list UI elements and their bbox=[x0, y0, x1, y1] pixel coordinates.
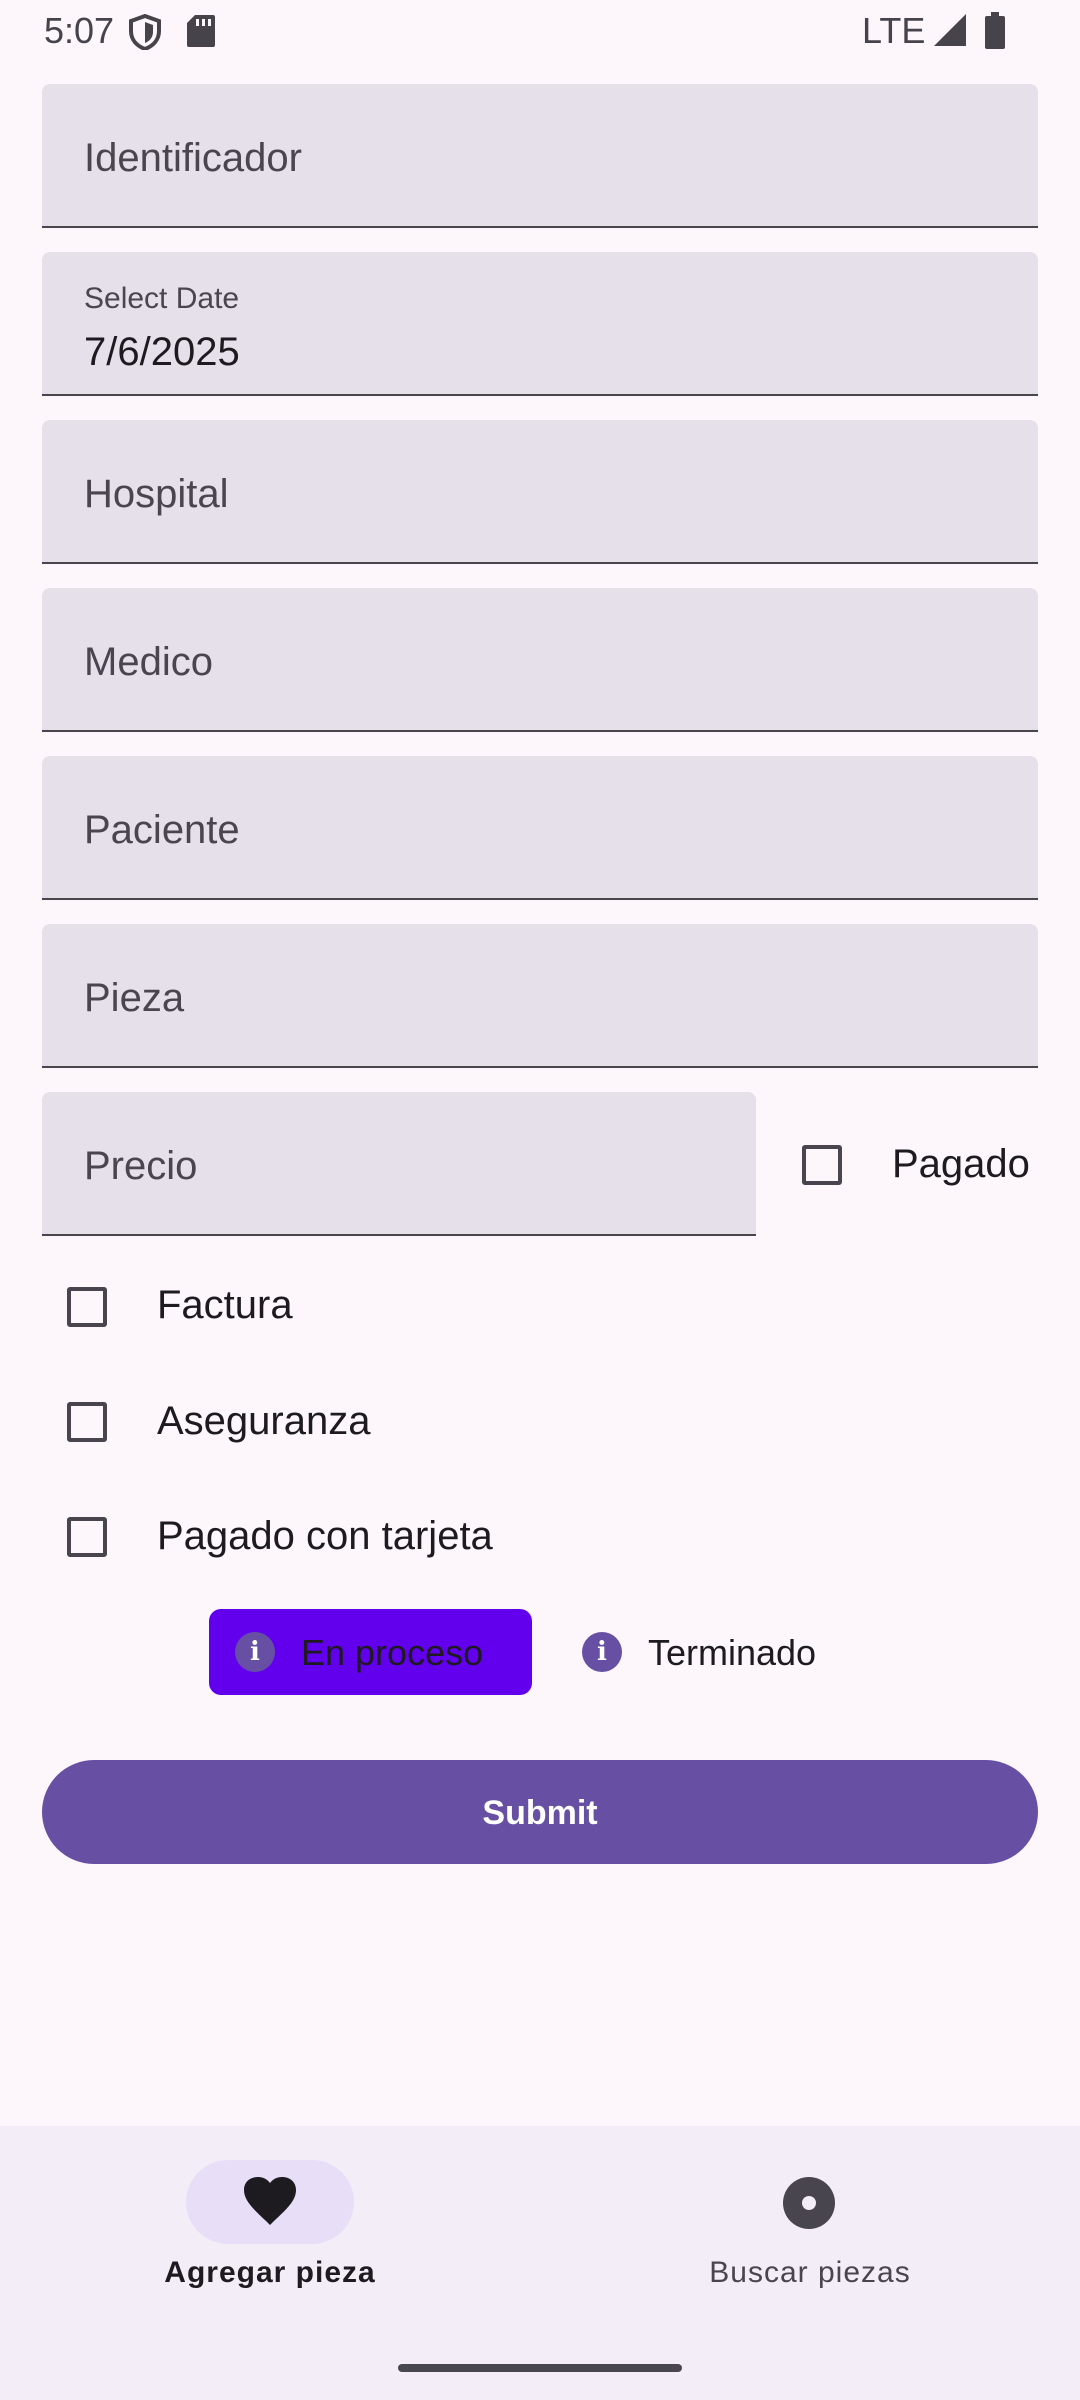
sd-card-icon bbox=[187, 15, 215, 47]
hospital-field[interactable]: Hospital bbox=[42, 420, 1038, 564]
identificador-placeholder: Identificador bbox=[84, 136, 302, 180]
medico-field[interactable]: Medico bbox=[42, 588, 1038, 732]
pagado-tarjeta-label: Pagado con tarjeta bbox=[157, 1514, 493, 1558]
status-terminado-button[interactable]: i Terminado bbox=[572, 1609, 852, 1695]
identificador-field[interactable]: Identificador bbox=[42, 84, 1038, 228]
date-label: Select Date bbox=[84, 282, 240, 315]
battery-icon bbox=[985, 12, 1005, 49]
signal-icon bbox=[934, 14, 966, 46]
nav-label-buscar-piezas: Buscar piezas bbox=[709, 2256, 911, 2289]
aseguranza-checkbox[interactable] bbox=[67, 1402, 107, 1442]
status-en-proceso-button[interactable]: i En proceso bbox=[209, 1609, 532, 1695]
pagado-label: Pagado bbox=[892, 1142, 1030, 1186]
precio-placeholder: Precio bbox=[84, 1144, 198, 1188]
network-type: LTE bbox=[862, 10, 926, 51]
factura-checkbox[interactable] bbox=[67, 1287, 107, 1327]
heart-icon bbox=[244, 2177, 296, 2225]
pagado-tarjeta-checkbox[interactable] bbox=[67, 1517, 107, 1557]
factura-label: Factura bbox=[157, 1283, 293, 1327]
nav-item-buscar-piezas[interactable]: Buscar piezas bbox=[540, 2126, 1080, 2346]
shield-icon bbox=[129, 14, 161, 50]
info-icon: i bbox=[582, 1632, 622, 1672]
info-icon: i bbox=[235, 1632, 275, 1672]
nav-item-agregar-pieza[interactable]: Agregar pieza bbox=[0, 2126, 540, 2346]
date-field[interactable]: Select Date 7/6/2025 bbox=[42, 252, 1038, 396]
home-indicator[interactable] bbox=[398, 2364, 682, 2372]
nav-label-agregar-pieza: Agregar pieza bbox=[164, 2256, 376, 2289]
paciente-placeholder: Paciente bbox=[84, 808, 240, 852]
bottom-navigation: Agregar pieza Buscar piezas bbox=[0, 2126, 1080, 2400]
screen: 5:07 LTE Identificador Select Date 7/6/2… bbox=[0, 0, 1080, 2400]
pieza-placeholder: Pieza bbox=[84, 976, 185, 1020]
medico-placeholder: Medico bbox=[84, 640, 213, 684]
status-en-proceso-label: En proceso bbox=[301, 1632, 484, 1673]
pieza-field[interactable]: Pieza bbox=[42, 924, 1038, 1068]
submit-button[interactable]: Submit bbox=[42, 1760, 1038, 1864]
status-terminado-label: Terminado bbox=[648, 1632, 817, 1673]
aseguranza-label: Aseguranza bbox=[157, 1399, 371, 1443]
paciente-field[interactable]: Paciente bbox=[42, 756, 1038, 900]
pagado-checkbox[interactable] bbox=[802, 1145, 842, 1185]
date-value: 7/6/2025 bbox=[84, 330, 240, 374]
status-time: 5:07 bbox=[44, 10, 115, 51]
disc-icon bbox=[783, 2177, 835, 2229]
hospital-placeholder: Hospital bbox=[84, 472, 229, 516]
precio-field[interactable]: Precio bbox=[42, 1092, 756, 1236]
status-bar: 5:07 LTE bbox=[0, 0, 1080, 62]
